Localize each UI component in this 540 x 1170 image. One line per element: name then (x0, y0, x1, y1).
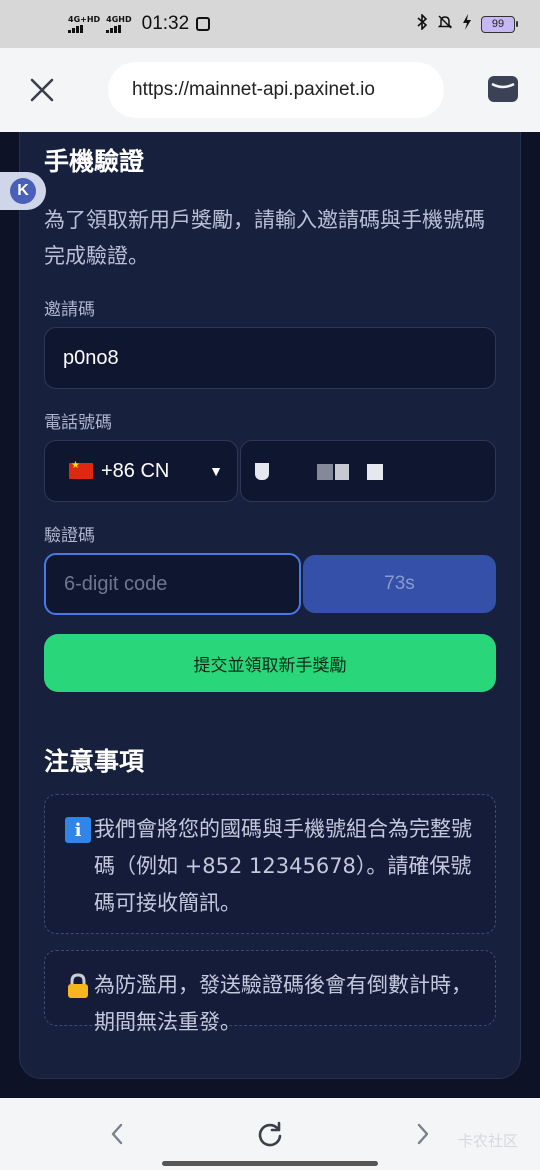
signal-indicator-1: 4G+HD (68, 14, 101, 33)
url-bar[interactable]: https://mainnet-api.paxinet.io (108, 62, 444, 118)
china-flag-icon (69, 460, 93, 479)
battery-icon: 99 (481, 15, 518, 33)
browser-bottom-nav: 卡农社区 (0, 1098, 540, 1170)
verification-code-placeholder: 6-digit code (64, 572, 168, 595)
submit-button[interactable]: 提交並領取新手獎勵 (44, 634, 496, 692)
wallet-icon[interactable] (488, 76, 518, 104)
notice-item: 為防濫用，發送驗證碼後會有倒數計時，期間無法重發。 (44, 950, 496, 1034)
notes-title: 注意事項 (44, 747, 145, 776)
network-type-1: 4G+HD (68, 14, 101, 24)
verify-title: 手機驗證 (44, 147, 145, 176)
battery-level: 99 (481, 15, 515, 33)
forward-icon[interactable] (407, 1118, 439, 1150)
mute-bell-icon (437, 14, 453, 34)
redacted-mask (255, 463, 269, 480)
signal-indicator-2: 4GHD (106, 14, 132, 33)
invite-code-input[interactable]: p0no8 (44, 327, 496, 389)
resend-code-button[interactable]: 73s (303, 555, 496, 613)
url-text: https://mainnet-api.paxinet.io (132, 79, 375, 100)
home-indicator[interactable] (162, 1161, 378, 1166)
charging-icon (462, 14, 472, 34)
back-icon[interactable] (101, 1118, 133, 1150)
signal-bars-icon (68, 24, 83, 33)
invite-code-label: 邀請碼 (44, 300, 95, 320)
phone-label: 電話號碼 (44, 413, 112, 433)
floating-assistant-icon: K (10, 178, 36, 204)
resend-countdown: 73s (384, 573, 415, 594)
invite-code-value: p0no8 (63, 346, 119, 369)
status-right-icons: 99 (416, 13, 518, 34)
submit-label: 提交並領取新手獎勵 (193, 655, 347, 676)
code-label: 驗證碼 (44, 526, 95, 546)
status-bar: 4G+HD 4GHD 01:32 99 (0, 0, 540, 48)
network-type-2: 4GHD (106, 14, 132, 24)
notification-app-icon (196, 17, 211, 31)
floating-assistant-button[interactable]: K (0, 172, 46, 210)
redacted-mask (367, 464, 383, 480)
close-icon[interactable] (26, 74, 58, 106)
country-code-value: +86 CN (101, 459, 170, 482)
country-code-select[interactable]: +86 CN ▼ (44, 440, 238, 502)
notice-text: 為防濫用，發送驗證碼後會有倒數計時，期間無法重發。 (94, 973, 472, 1034)
lock-icon (65, 973, 91, 999)
redacted-mask (335, 464, 349, 480)
dropdown-caret-icon: ▼ (209, 463, 223, 479)
web-page: K 手機驗證 為了領取新用戶獎勵，請輸入邀請碼與手機號碼完成驗證。 邀請碼 p0… (0, 132, 540, 1098)
browser-toolbar: https://mainnet-api.paxinet.io (0, 48, 540, 132)
reload-icon[interactable] (254, 1118, 286, 1150)
notice-item: i 我們會將您的國碼與手機號組合為完整號碼（例如 +852 12345678）。… (44, 794, 496, 934)
notice-text: 我們會將您的國碼與手機號組合為完整號碼（例如 +852 12345678）。請確… (94, 817, 472, 915)
info-icon: i (65, 817, 91, 843)
redacted-mask (317, 464, 333, 480)
verification-code-input[interactable]: 6-digit code (44, 553, 301, 615)
bluetooth-icon (416, 13, 428, 34)
clock: 01:32 (141, 13, 190, 34)
verify-intro: 為了領取新用戶獎勵，請輸入邀請碼與手機號碼完成驗證。 (44, 208, 485, 268)
signal-bars-icon (106, 24, 122, 33)
watermark-text: 卡农社区 (457, 1132, 518, 1150)
phone-number-input[interactable] (240, 440, 496, 502)
